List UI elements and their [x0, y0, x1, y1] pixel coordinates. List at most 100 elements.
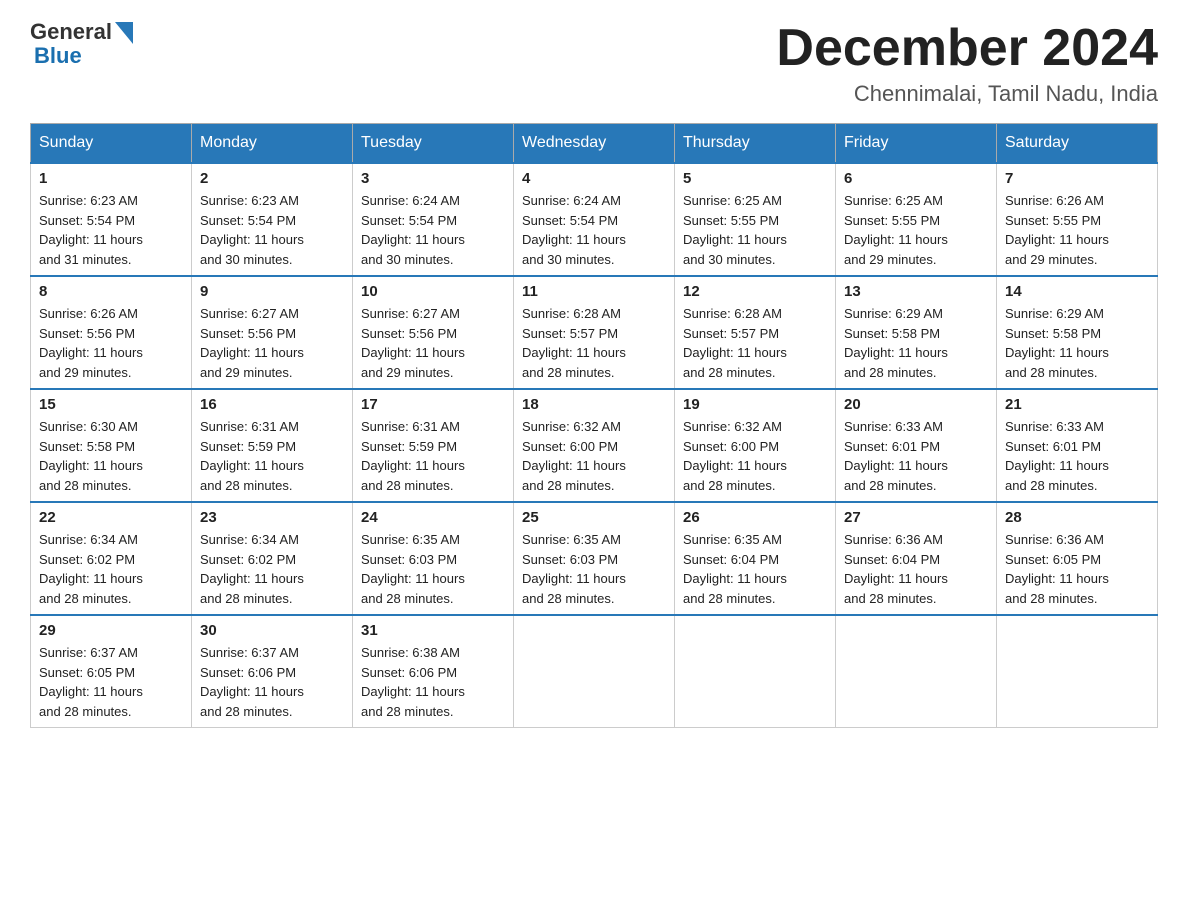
- calendar-cell: [997, 615, 1158, 728]
- calendar-cell: 20 Sunrise: 6:33 AMSunset: 6:01 PMDayligh…: [836, 389, 997, 502]
- calendar-cell: 19 Sunrise: 6:32 AMSunset: 6:00 PMDayligh…: [675, 389, 836, 502]
- header-monday: Monday: [192, 124, 353, 164]
- day-info: Sunrise: 6:31 AMSunset: 5:59 PMDaylight:…: [200, 417, 344, 495]
- calendar-cell: 2 Sunrise: 6:23 AMSunset: 5:54 PMDaylight…: [192, 163, 353, 276]
- calendar-cell: [514, 615, 675, 728]
- day-number: 23: [200, 509, 344, 526]
- day-info: Sunrise: 6:32 AMSunset: 6:00 PMDaylight:…: [683, 417, 827, 495]
- day-info: Sunrise: 6:28 AMSunset: 5:57 PMDaylight:…: [683, 304, 827, 382]
- page-header: General Blue December 2024 Chennimalai, …: [30, 20, 1158, 107]
- day-info: Sunrise: 6:35 AMSunset: 6:03 PMDaylight:…: [522, 530, 666, 608]
- day-number: 21: [1005, 396, 1149, 413]
- day-number: 2: [200, 170, 344, 187]
- day-info: Sunrise: 6:37 AMSunset: 6:06 PMDaylight:…: [200, 643, 344, 721]
- day-number: 3: [361, 170, 505, 187]
- day-number: 27: [844, 509, 988, 526]
- day-info: Sunrise: 6:33 AMSunset: 6:01 PMDaylight:…: [844, 417, 988, 495]
- header-friday: Friday: [836, 124, 997, 164]
- day-number: 8: [39, 283, 183, 300]
- week-row-3: 15Sunrise: 6:30 AMSunset: 5:58 PMDayligh…: [31, 389, 1158, 502]
- day-info: Sunrise: 6:38 AMSunset: 6:06 PMDaylight:…: [361, 643, 505, 721]
- calendar-cell: 24 Sunrise: 6:35 AMSunset: 6:03 PMDayligh…: [353, 502, 514, 615]
- calendar-cell: 7 Sunrise: 6:26 AMSunset: 5:55 PMDaylight…: [997, 163, 1158, 276]
- calendar-cell: 13Sunrise: 6:29 AMSunset: 5:58 PMDayligh…: [836, 276, 997, 389]
- header-wednesday: Wednesday: [514, 124, 675, 164]
- day-number: 1: [39, 170, 183, 187]
- logo-triangle-icon: [115, 22, 133, 44]
- calendar-cell: 22 Sunrise: 6:34 AMSunset: 6:02 PMDayligh…: [31, 502, 192, 615]
- day-info: Sunrise: 6:25 AMSunset: 5:55 PMDaylight:…: [683, 191, 827, 269]
- day-number: 7: [1005, 170, 1149, 187]
- day-info: Sunrise: 6:34 AMSunset: 6:02 PMDaylight:…: [39, 530, 183, 608]
- day-number: 29: [39, 622, 183, 639]
- day-number: 22: [39, 509, 183, 526]
- day-info: Sunrise: 6:33 AMSunset: 6:01 PMDaylight:…: [1005, 417, 1149, 495]
- header-tuesday: Tuesday: [353, 124, 514, 164]
- week-row-5: 29Sunrise: 6:37 AMSunset: 6:05 PMDayligh…: [31, 615, 1158, 728]
- calendar-cell: 3Sunrise: 6:24 AMSunset: 5:54 PMDaylight…: [353, 163, 514, 276]
- calendar-cell: 1Sunrise: 6:23 AMSunset: 5:54 PMDaylight…: [31, 163, 192, 276]
- week-row-2: 8Sunrise: 6:26 AMSunset: 5:56 PMDaylight…: [31, 276, 1158, 389]
- day-info: Sunrise: 6:25 AMSunset: 5:55 PMDaylight:…: [844, 191, 988, 269]
- calendar-cell: 31 Sunrise: 6:38 AMSunset: 6:06 PMDayligh…: [353, 615, 514, 728]
- day-info: Sunrise: 6:35 AMSunset: 6:03 PMDaylight:…: [361, 530, 505, 608]
- calendar-cell: 4Sunrise: 6:24 AMSunset: 5:54 PMDaylight…: [514, 163, 675, 276]
- day-info: Sunrise: 6:26 AMSunset: 5:55 PMDaylight:…: [1005, 191, 1149, 269]
- calendar-cell: 8Sunrise: 6:26 AMSunset: 5:56 PMDaylight…: [31, 276, 192, 389]
- header-thursday: Thursday: [675, 124, 836, 164]
- location-subtitle: Chennimalai, Tamil Nadu, India: [776, 81, 1158, 107]
- day-info: Sunrise: 6:24 AMSunset: 5:54 PMDaylight:…: [522, 191, 666, 269]
- week-row-1: 1 Sunrise: 6:23 AMSunset: 5:54 PMDaylight…: [31, 163, 1158, 276]
- day-number: 31: [361, 622, 505, 639]
- day-number: 11: [522, 283, 666, 300]
- day-number: 28: [1005, 509, 1149, 526]
- calendar-cell: [675, 615, 836, 728]
- calendar-cell: 16 Sunrise: 6:31 AMSunset: 5:59 PMDayligh…: [192, 389, 353, 502]
- day-number: 13: [844, 283, 988, 300]
- calendar-cell: 27Sunrise: 6:36 AMSunset: 6:04 PMDayligh…: [836, 502, 997, 615]
- day-number: 18: [522, 396, 666, 413]
- calendar-cell: 15Sunrise: 6:30 AMSunset: 5:58 PMDayligh…: [31, 389, 192, 502]
- day-info: Sunrise: 6:27 AMSunset: 5:56 PMDaylight:…: [200, 304, 344, 382]
- month-year-title: December 2024: [776, 20, 1158, 77]
- day-number: 24: [361, 509, 505, 526]
- calendar-cell: [836, 615, 997, 728]
- header-saturday: Saturday: [997, 124, 1158, 164]
- day-info: Sunrise: 6:35 AMSunset: 6:04 PMDaylight:…: [683, 530, 827, 608]
- day-number: 12: [683, 283, 827, 300]
- day-number: 19: [683, 396, 827, 413]
- calendar-cell: 30 Sunrise: 6:37 AMSunset: 6:06 PMDayligh…: [192, 615, 353, 728]
- calendar-cell: 9 Sunrise: 6:27 AMSunset: 5:56 PMDaylight…: [192, 276, 353, 389]
- day-number: 10: [361, 283, 505, 300]
- day-number: 20: [844, 396, 988, 413]
- calendar-cell: 17Sunrise: 6:31 AMSunset: 5:59 PMDayligh…: [353, 389, 514, 502]
- logo-blue: Blue: [34, 44, 133, 68]
- calendar-header-row: SundayMondayTuesdayWednesdayThursdayFrid…: [31, 124, 1158, 164]
- day-number: 26: [683, 509, 827, 526]
- day-info: Sunrise: 6:34 AMSunset: 6:02 PMDaylight:…: [200, 530, 344, 608]
- calendar-cell: 6 Sunrise: 6:25 AMSunset: 5:55 PMDaylight…: [836, 163, 997, 276]
- day-info: Sunrise: 6:32 AMSunset: 6:00 PMDaylight:…: [522, 417, 666, 495]
- calendar-table: SundayMondayTuesdayWednesdayThursdayFrid…: [30, 123, 1158, 728]
- day-number: 9: [200, 283, 344, 300]
- calendar-cell: 12 Sunrise: 6:28 AMSunset: 5:57 PMDayligh…: [675, 276, 836, 389]
- day-number: 5: [683, 170, 827, 187]
- day-number: 16: [200, 396, 344, 413]
- calendar-cell: 23 Sunrise: 6:34 AMSunset: 6:02 PMDayligh…: [192, 502, 353, 615]
- day-number: 14: [1005, 283, 1149, 300]
- calendar-cell: 25 Sunrise: 6:35 AMSunset: 6:03 PMDayligh…: [514, 502, 675, 615]
- day-info: Sunrise: 6:29 AMSunset: 5:58 PMDaylight:…: [1005, 304, 1149, 382]
- logo: General Blue: [30, 20, 133, 68]
- calendar-cell: 28Sunrise: 6:36 AMSunset: 6:05 PMDayligh…: [997, 502, 1158, 615]
- day-info: Sunrise: 6:27 AMSunset: 5:56 PMDaylight:…: [361, 304, 505, 382]
- title-section: December 2024 Chennimalai, Tamil Nadu, I…: [776, 20, 1158, 107]
- calendar-cell: 11Sunrise: 6:28 AMSunset: 5:57 PMDayligh…: [514, 276, 675, 389]
- week-row-4: 22 Sunrise: 6:34 AMSunset: 6:02 PMDayligh…: [31, 502, 1158, 615]
- calendar-cell: 21 Sunrise: 6:33 AMSunset: 6:01 PMDayligh…: [997, 389, 1158, 502]
- day-number: 6: [844, 170, 988, 187]
- day-info: Sunrise: 6:23 AMSunset: 5:54 PMDaylight:…: [200, 191, 344, 269]
- day-number: 25: [522, 509, 666, 526]
- calendar-cell: 10 Sunrise: 6:27 AMSunset: 5:56 PMDayligh…: [353, 276, 514, 389]
- day-number: 30: [200, 622, 344, 639]
- calendar-cell: 14 Sunrise: 6:29 AMSunset: 5:58 PMDayligh…: [997, 276, 1158, 389]
